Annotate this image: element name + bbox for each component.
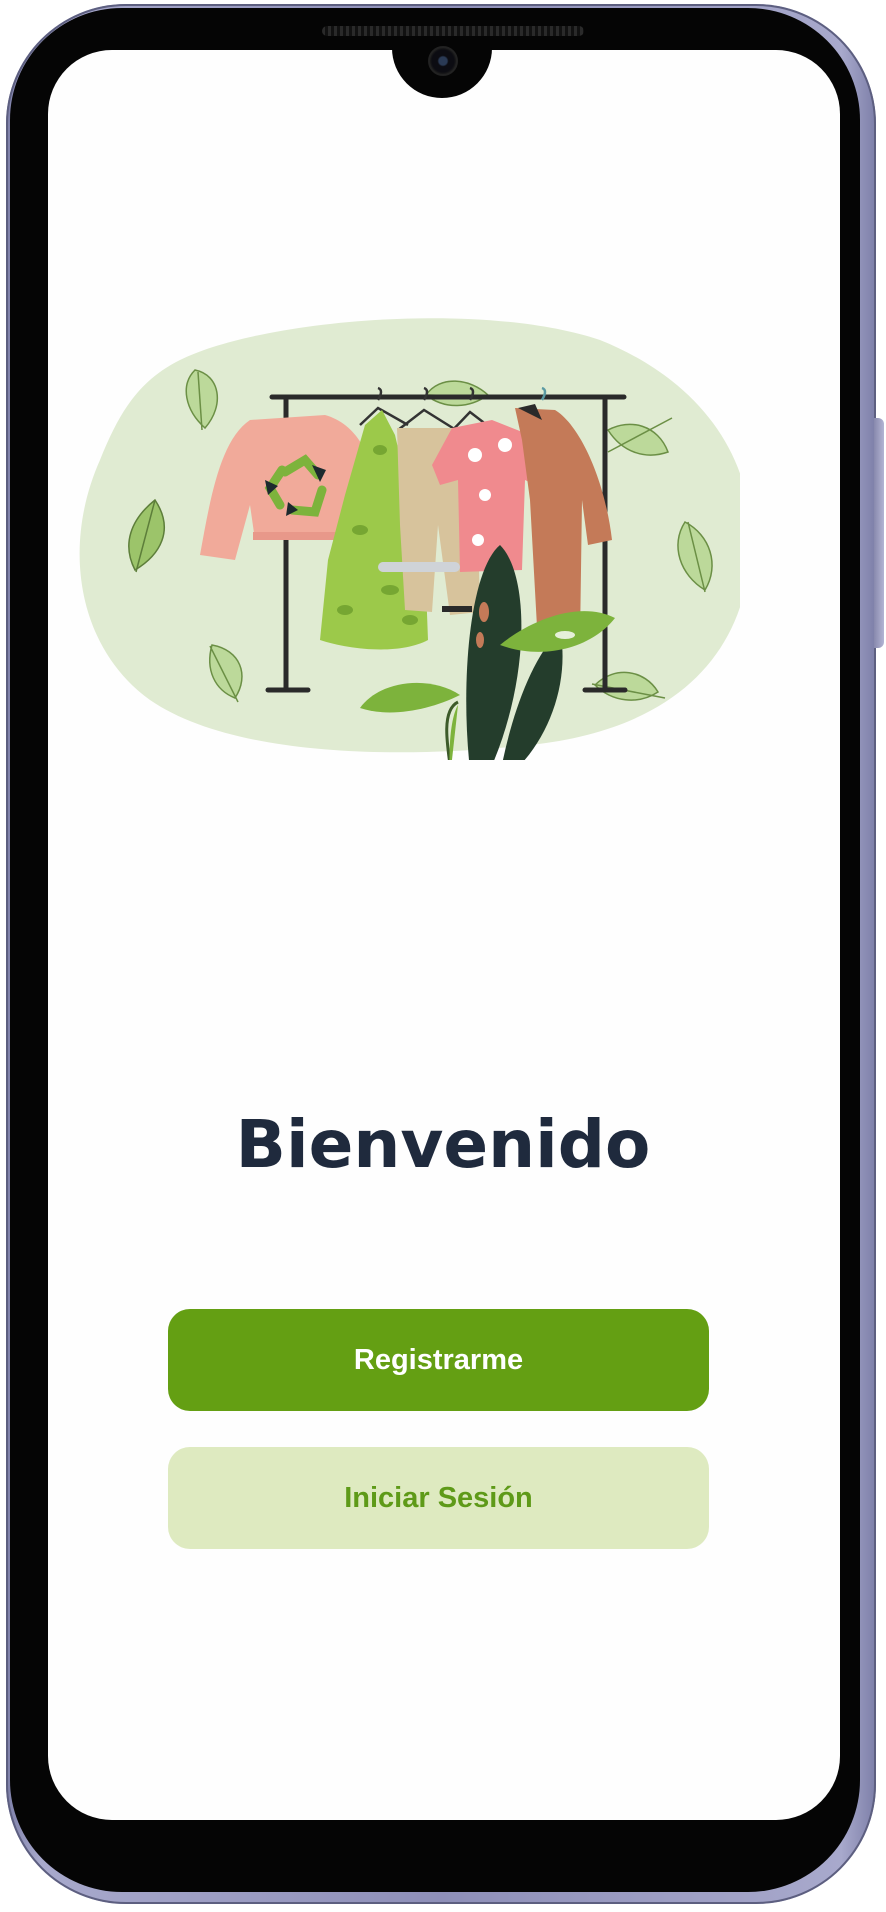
clothing-rack-illustration [79, 318, 740, 760]
front-camera-icon [428, 46, 458, 76]
rack-shelf [378, 562, 460, 572]
login-button[interactable]: Iniciar Sesión [168, 1447, 709, 1549]
welcome-title: Bienvenido [235, 1106, 651, 1184]
phone-side-button [874, 418, 884, 648]
register-button[interactable]: Registrarme [168, 1309, 709, 1411]
phone-speaker [322, 26, 584, 36]
